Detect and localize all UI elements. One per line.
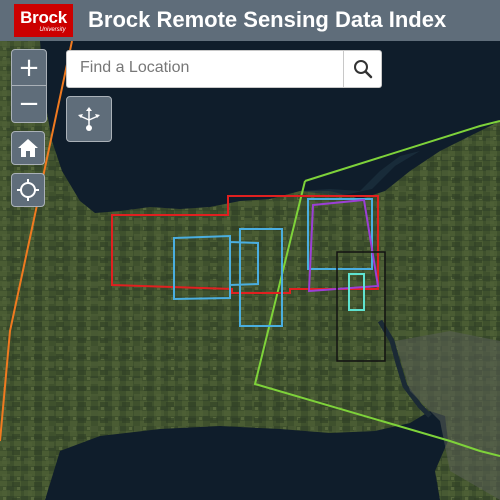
share-icon	[78, 107, 100, 131]
locate-icon	[17, 179, 39, 201]
page-title: Brock Remote Sensing Data Index	[88, 7, 447, 32]
zoom-out-icon: −	[18, 88, 40, 119]
location-search	[66, 50, 382, 88]
logo-text: Brock	[20, 8, 67, 27]
share-button[interactable]	[66, 96, 112, 142]
search-icon	[353, 60, 372, 79]
search-input[interactable]	[67, 51, 348, 85]
zoom-in-icon: +	[18, 52, 40, 83]
home-icon	[18, 139, 38, 157]
app-header: Brock University Brock Remote Sensing Da…	[0, 0, 500, 41]
brock-logo[interactable]: Brock University	[14, 4, 73, 37]
search-button[interactable]	[343, 51, 381, 87]
zoom-control: + −	[11, 49, 47, 123]
zoom-out-button[interactable]: −	[12, 86, 46, 121]
locate-button[interactable]	[11, 173, 45, 207]
home-button[interactable]	[11, 131, 45, 165]
logo-subtext: University	[39, 27, 66, 33]
zoom-in-button[interactable]: +	[12, 50, 46, 86]
